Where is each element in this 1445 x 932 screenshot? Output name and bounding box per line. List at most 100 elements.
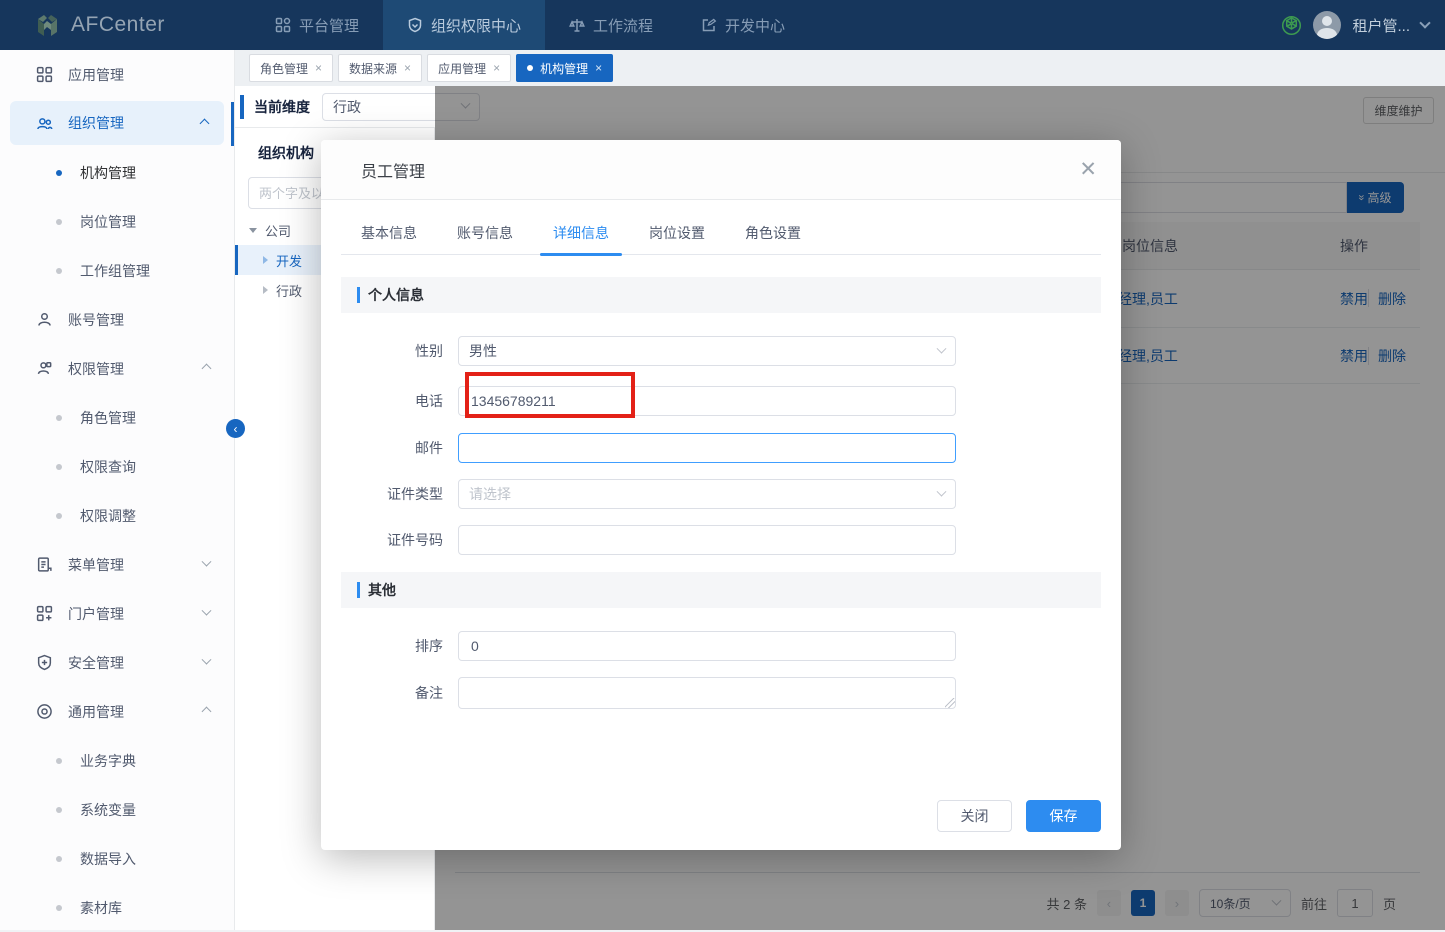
sidebar-item-label: 权限管理 bbox=[68, 359, 124, 379]
chevron-down-icon bbox=[202, 606, 212, 616]
afcenter-logo-icon bbox=[34, 12, 61, 39]
modal-tab-account-info[interactable]: 账号信息 bbox=[457, 212, 513, 254]
save-button[interactable]: 保存 bbox=[1026, 800, 1101, 832]
sidebar-item-label: 角色管理 bbox=[80, 408, 136, 428]
bullet-dot bbox=[56, 758, 62, 764]
caret-down-icon[interactable] bbox=[249, 228, 257, 233]
modal-tab-position-setting[interactable]: 岗位设置 bbox=[649, 212, 705, 254]
modal-close-icon[interactable]: ✕ bbox=[1079, 159, 1097, 180]
close-icon[interactable]: × bbox=[493, 62, 500, 74]
navbar-right: 租户管... bbox=[1281, 11, 1445, 39]
close-button[interactable]: 关闭 bbox=[937, 800, 1012, 832]
menu-org-permission-center[interactable]: 组织权限中心 bbox=[383, 0, 545, 50]
sidebar-item-common-management[interactable]: 通用管理 bbox=[0, 687, 234, 736]
sidebar-item-label: 应用管理 bbox=[68, 65, 124, 85]
sidebar-item-security-management[interactable]: 安全管理 bbox=[0, 638, 234, 687]
menu-label: 工作流程 bbox=[593, 15, 653, 36]
bullet-dot bbox=[56, 219, 62, 225]
sidebar-item-business-dictionary[interactable]: 业务字典 bbox=[0, 736, 234, 785]
badge-icon bbox=[407, 17, 423, 33]
page-tab-app-management[interactable]: 应用管理 × bbox=[427, 54, 511, 82]
user-avatar[interactable] bbox=[1313, 11, 1341, 39]
sidebar-item-org-management[interactable]: 组织管理 bbox=[10, 101, 224, 145]
chevron-down-icon bbox=[202, 557, 212, 567]
sidebar-item-menu-management[interactable]: 菜单管理 bbox=[0, 540, 234, 589]
sort-field[interactable] bbox=[458, 631, 956, 661]
bullet-dot bbox=[56, 905, 62, 911]
sidebar-item-portal-management[interactable]: 门户管理 bbox=[0, 589, 234, 638]
modal-title: 员工管理 bbox=[361, 158, 425, 182]
email-field[interactable] bbox=[458, 433, 956, 463]
shield-plus-icon bbox=[36, 654, 53, 671]
active-dot bbox=[527, 65, 533, 71]
phone-field[interactable] bbox=[458, 386, 956, 416]
menu-label: 组织权限中心 bbox=[431, 15, 521, 36]
close-icon[interactable]: × bbox=[595, 62, 602, 74]
sidebar-item-permission-query[interactable]: 权限查询 bbox=[0, 442, 234, 491]
modal-tab-basic-info[interactable]: 基本信息 bbox=[361, 212, 417, 254]
dimension-label: 当前维度 bbox=[254, 97, 310, 117]
sidebar-item-data-import[interactable]: 数据导入 bbox=[0, 834, 234, 883]
active-group-indicator bbox=[231, 102, 234, 146]
sidebar-item-app-management[interactable]: 应用管理 bbox=[0, 50, 234, 99]
chevron-down-icon bbox=[937, 343, 947, 353]
tab-label: 机构管理 bbox=[540, 60, 588, 77]
menu-label: 开发中心 bbox=[725, 15, 785, 36]
modal-tabs: 基本信息 账号信息 详细信息 岗位设置 角色设置 bbox=[341, 212, 1101, 255]
caret-right-icon[interactable] bbox=[263, 286, 268, 294]
document-icon bbox=[36, 556, 53, 573]
caret-right-icon[interactable] bbox=[263, 256, 268, 264]
user-menu-chevron-down-icon[interactable] bbox=[1419, 17, 1430, 28]
bullet-dot bbox=[56, 807, 62, 813]
accent-bar bbox=[357, 582, 360, 598]
page-tab-data-source[interactable]: 数据来源 × bbox=[338, 54, 422, 82]
menu-platform-management[interactable]: 平台管理 bbox=[251, 0, 383, 50]
menu-dev-center[interactable]: 开发中心 bbox=[677, 0, 809, 50]
employee-modal: 员工管理 ✕ 基本信息 账号信息 详细信息 岗位设置 角色设置 个人信息 性别 … bbox=[321, 140, 1121, 850]
id-number-label: 证件号码 bbox=[321, 530, 458, 550]
id-number-field[interactable] bbox=[458, 525, 956, 555]
close-icon[interactable]: × bbox=[315, 62, 322, 74]
modal-tab-role-setting[interactable]: 角色设置 bbox=[745, 212, 801, 254]
sidebar-item-material-library[interactable]: 素材库 bbox=[0, 883, 234, 932]
sidebar-item-workgroup-management[interactable]: 工作组管理 bbox=[0, 246, 234, 295]
sidebar-item-label: 数据导入 bbox=[80, 849, 136, 869]
grid-icon bbox=[275, 17, 291, 33]
modal-tab-detail-info[interactable]: 详细信息 bbox=[553, 212, 609, 254]
gender-select[interactable]: 男性 bbox=[458, 336, 956, 366]
menu-workflow[interactable]: 工作流程 bbox=[545, 0, 677, 50]
sidebar-item-label: 门户管理 bbox=[68, 604, 124, 624]
section-title: 个人信息 bbox=[368, 285, 424, 305]
sidebar-item-system-variables[interactable]: 系统变量 bbox=[0, 785, 234, 834]
sidebar-item-role-management[interactable]: 角色管理 bbox=[0, 393, 234, 442]
sidebar-item-account-management[interactable]: 账号管理 bbox=[0, 295, 234, 344]
page-tabbar: 角色管理 × 数据来源 × 应用管理 × 机构管理 × bbox=[235, 50, 1445, 86]
sidebar-item-permission-management[interactable]: 权限管理 bbox=[0, 344, 234, 393]
chevron-up-icon bbox=[200, 118, 210, 128]
tree-node-label: 公司 bbox=[265, 221, 291, 240]
tab-label: 角色管理 bbox=[260, 60, 308, 77]
brand-area: AFCenter bbox=[0, 12, 235, 39]
remark-field[interactable] bbox=[458, 677, 956, 709]
person-badge-icon bbox=[36, 360, 53, 377]
chevron-up-icon bbox=[202, 364, 212, 374]
sidebar-collapse-handle[interactable]: ‹ bbox=[226, 419, 245, 438]
chatgpt-extension-icon[interactable] bbox=[1281, 15, 1302, 36]
sidebar-item-permission-adjust[interactable]: 权限调整 bbox=[0, 491, 234, 540]
id-type-placeholder: 请选择 bbox=[469, 484, 511, 504]
modal-footer: 关闭 保存 bbox=[937, 800, 1101, 832]
id-type-select[interactable]: 请选择 bbox=[458, 479, 956, 509]
sidebar-item-label: 岗位管理 bbox=[80, 212, 136, 232]
sidebar-item-institution-management[interactable]: 机构管理 bbox=[0, 148, 234, 197]
edit-square-icon bbox=[701, 17, 717, 33]
page-tab-role-management[interactable]: 角色管理 × bbox=[249, 54, 333, 82]
sidebar-item-label: 权限查询 bbox=[80, 457, 136, 477]
close-icon[interactable]: × bbox=[404, 62, 411, 74]
section-title: 其他 bbox=[368, 580, 396, 600]
sidebar-item-label: 业务字典 bbox=[80, 751, 136, 771]
page-tab-institution-management[interactable]: 机构管理 × bbox=[516, 54, 613, 82]
email-label: 邮件 bbox=[321, 438, 458, 458]
user-name[interactable]: 租户管... bbox=[1352, 15, 1410, 36]
workflow-icon bbox=[569, 17, 585, 33]
sidebar-item-position-management[interactable]: 岗位管理 bbox=[0, 197, 234, 246]
